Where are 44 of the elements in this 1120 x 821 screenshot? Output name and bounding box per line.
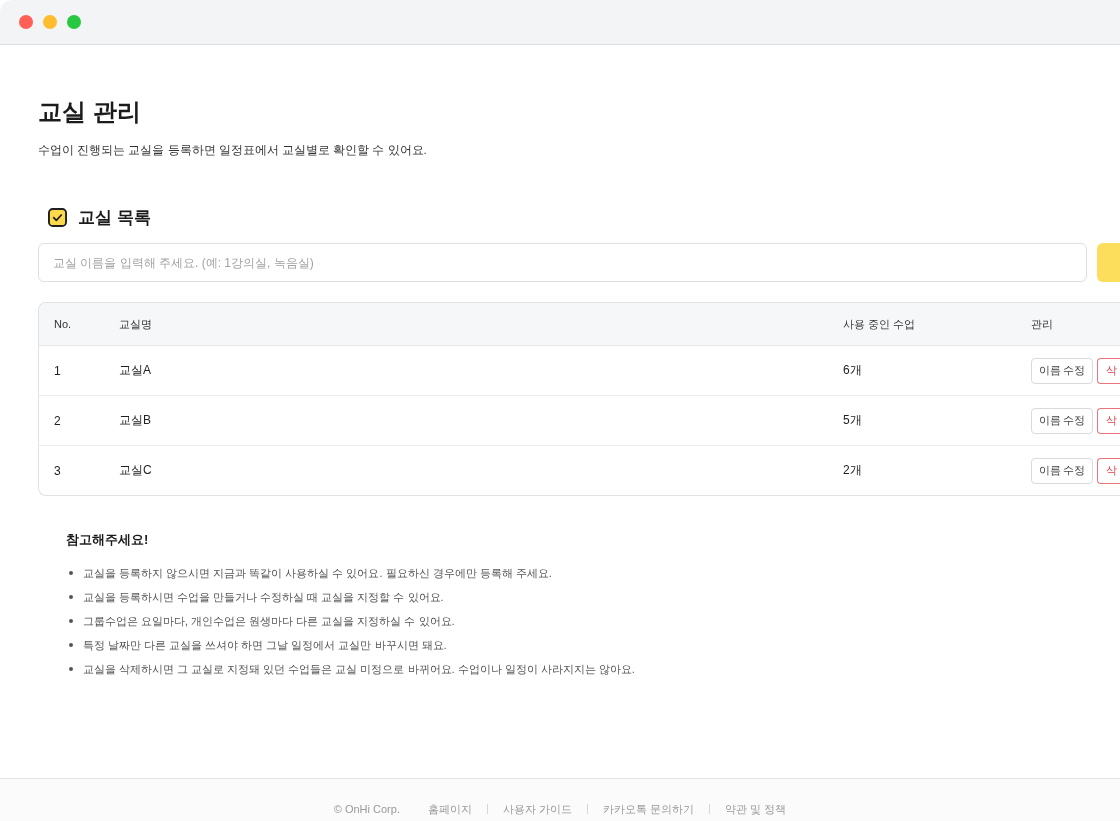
bullet-icon: [69, 571, 73, 575]
classroom-name: 교실A: [118, 362, 151, 379]
class-count: 2개: [842, 462, 862, 479]
bullet-icon: [69, 619, 73, 623]
window-control-icon[interactable]: [19, 15, 33, 29]
footer-link[interactable]: 사용자 가이드: [502, 800, 573, 818]
footer-link[interactable]: 홈페이지: [427, 800, 472, 818]
note-text: 교실을 등록하지 않으시면 지금과 똑같이 사용하실 수 있어요. 필요하신 경우에만 등록해 주세요.: [83, 566, 552, 581]
action-button[interactable]: [1097, 243, 1120, 282]
column-header: No.: [53, 318, 72, 330]
column-header: 사용 중인 수업: [842, 316, 916, 332]
note-text: 교실을 삭제하시면 그 교실로 지정돼 있던 수업들은 교실 미정으로 바뀌어요. 수업이나 일정이 사라지지는 않아요.: [83, 662, 635, 677]
window-control-icon[interactable]: [43, 15, 57, 29]
footer-link[interactable]: 카카오톡 문의하기: [603, 800, 695, 818]
bullet-icon: [69, 595, 73, 599]
delete-button[interactable]: 삭: [1097, 357, 1120, 384]
page-description: 수업이 진행되는 교실을 등록하면 일정표에서 교실별로 확인할 수 있어요.: [38, 143, 427, 158]
section-title: 교실 목록: [78, 207, 151, 228]
window-control-icon[interactable]: [67, 15, 81, 29]
delete-button[interactable]: 삭: [1097, 407, 1120, 434]
checked-box-icon: [48, 207, 67, 227]
note-text: 특정 날짜만 다른 교실을 쓰셔야 하면 그날 일정에서 교실만 바꾸시면 돼요.: [83, 638, 447, 653]
footer-link[interactable]: 약관 및 정책: [725, 800, 787, 818]
note-text: 그룹수업은 요일마다, 개인수업은 원생마다 다른 교실을 지정하실 수 있어요.: [83, 614, 455, 629]
rename-button[interactable]: 이름 수정: [1031, 357, 1093, 384]
page-title: 교실 관리: [38, 97, 141, 127]
classroom-name-input[interactable]: 교실 이름을 입력해 주세요. (예: 1강의실, 녹음실): [38, 243, 1087, 282]
delete-button[interactable]: 삭: [1097, 457, 1120, 484]
rename-button[interactable]: 이름 수정: [1031, 457, 1093, 484]
rename-button[interactable]: 이름 수정: [1031, 407, 1093, 434]
row-number: 2: [53, 413, 61, 428]
row-number: 1: [53, 363, 61, 378]
class-count: 5개: [842, 412, 862, 429]
notes-title: 참고해주세요!: [66, 531, 149, 549]
bullet-icon: [69, 643, 73, 647]
classroom-name: 교실C: [118, 462, 152, 479]
column-header: 교실명: [118, 316, 152, 332]
copyright-text: © OnHi Corp.: [333, 802, 400, 817]
note-text: 교실을 등록하시면 수업을 만들거나 수정하실 때 교실을 지정할 수 있어요.: [83, 590, 444, 605]
row-number: 3: [53, 463, 61, 478]
column-header: 관리: [1030, 316, 1053, 332]
bullet-icon: [69, 667, 73, 671]
class-count: 6개: [842, 362, 862, 379]
classroom-name: 교실B: [118, 412, 151, 429]
